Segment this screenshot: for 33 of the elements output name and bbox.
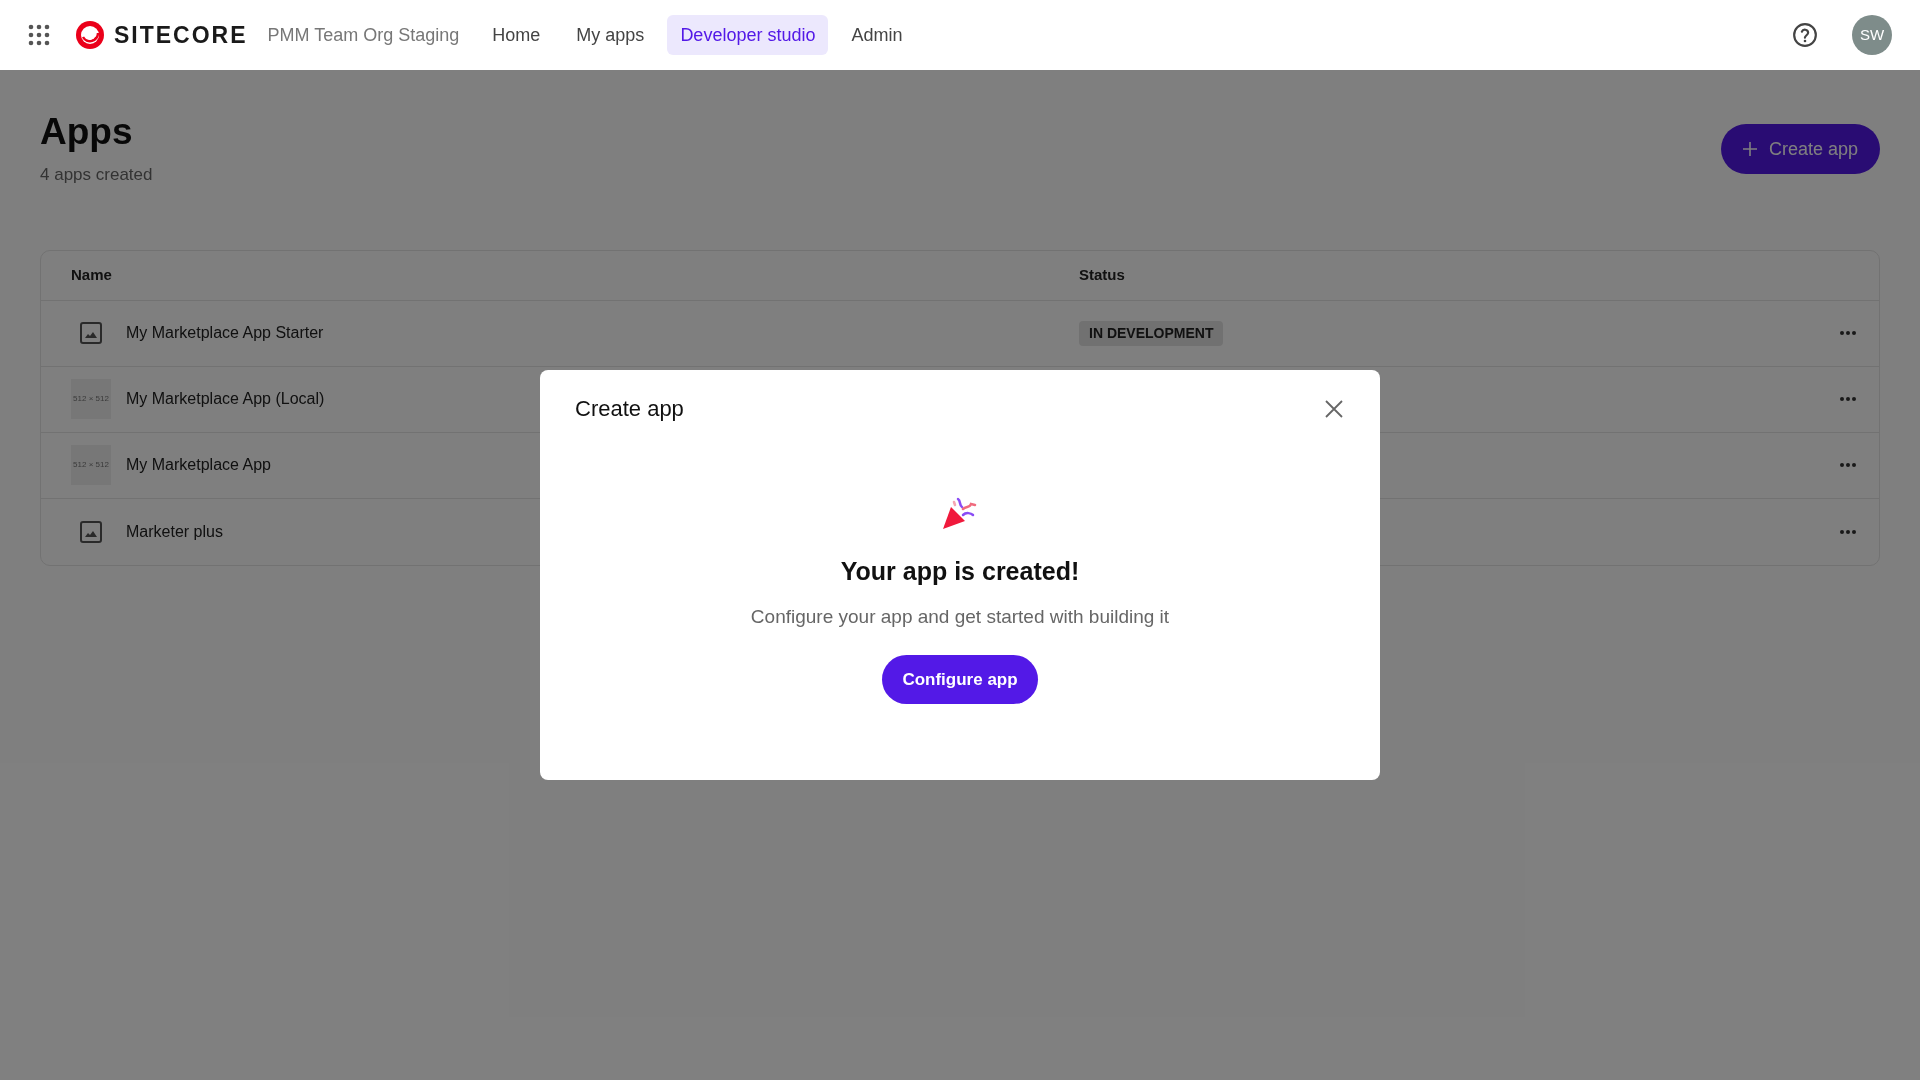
image-icon xyxy=(79,321,103,345)
plus-icon xyxy=(1742,142,1757,156)
close-icon[interactable] xyxy=(1325,399,1343,418)
app-name[interactable]: Marketer plus xyxy=(126,519,223,544)
logo-icon xyxy=(74,19,106,51)
column-header: Name xyxy=(70,264,113,285)
more-options-icon[interactable] xyxy=(1839,462,1857,468)
nav-tab[interactable]: My apps xyxy=(563,15,658,55)
configure-app-button[interactable]: Configure app xyxy=(882,655,1038,704)
page-title: Apps xyxy=(40,110,134,154)
status-tag: IN DEVELOPMENT xyxy=(1079,320,1224,346)
help-icon[interactable] xyxy=(1792,22,1818,48)
dialog-title: Create app xyxy=(575,395,684,423)
app-name[interactable]: My Marketplace App Starter xyxy=(126,321,324,345)
create-app-button[interactable]: Create app xyxy=(1720,124,1880,174)
more-options-icon[interactable] xyxy=(1839,528,1857,535)
organization-name: PMM Team Org Staging xyxy=(267,23,460,47)
apps-count: 4 apps created xyxy=(40,164,153,186)
more-options-icon[interactable] xyxy=(1839,396,1857,402)
more-options-icon[interactable] xyxy=(1839,330,1857,336)
app-grid-icon[interactable] xyxy=(28,24,50,46)
party-popper-icon xyxy=(941,495,979,531)
nav-tab[interactable]: Home xyxy=(479,15,554,55)
nav-tab[interactable]: Developer studio xyxy=(667,15,829,55)
success-heading: Your app is created! xyxy=(840,556,1080,587)
nav-tab[interactable]: Admin xyxy=(838,15,916,55)
user-avatar[interactable]: SW xyxy=(1852,15,1892,55)
image-icon xyxy=(79,519,103,544)
app-name[interactable]: My Marketplace App xyxy=(126,453,271,477)
brand-name: SITECORE xyxy=(114,20,248,50)
app-name[interactable]: My Marketplace App (Local) xyxy=(126,387,325,411)
success-message: Configure your app and get started with building it xyxy=(750,604,1170,629)
column-header: Status xyxy=(1079,264,1125,285)
